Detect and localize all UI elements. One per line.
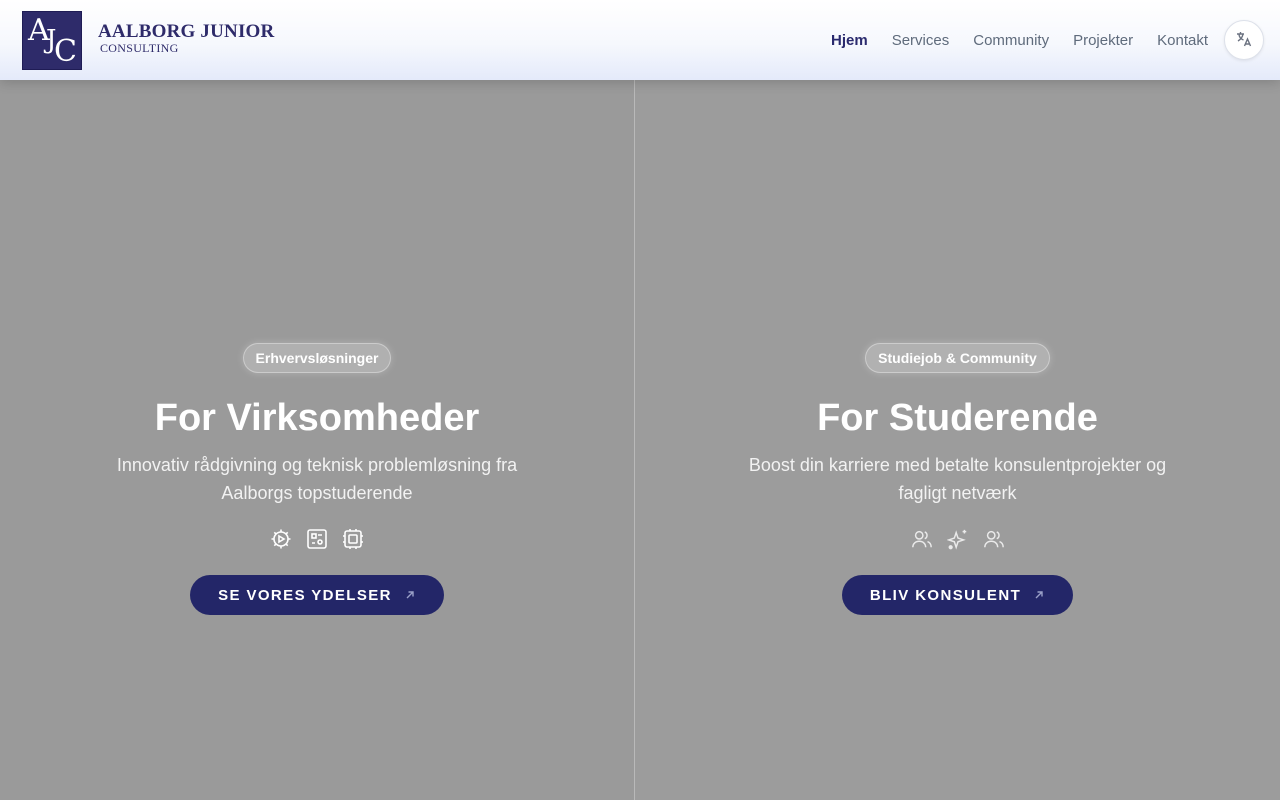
arrow-up-right-icon <box>404 589 416 601</box>
nav-item-community[interactable]: Community <box>973 32 1049 49</box>
become-consultant-label: BLIV KONSULENT <box>869 586 1022 604</box>
arrow-up-right-icon <box>1033 589 1045 601</box>
students-title: For Studerende <box>817 397 1098 439</box>
logo-line1: AALBORG JUNIOR <box>98 20 275 42</box>
business-panel-content: Erhvervsløsninger For Virksomheder Innov… <box>0 343 634 615</box>
logo-wordmark: AALBORG JUNIOR CONSULTING <box>98 20 275 55</box>
logo[interactable]: A J C AALBORG JUNIOR CONSULTING <box>22 10 274 70</box>
play-target-icon <box>270 527 292 551</box>
main-nav: Hjem Services Community Projekter Kontak… <box>807 0 1208 80</box>
logo-mark: A J C <box>22 10 82 70</box>
logo-line2: CONSULTING <box>100 40 179 55</box>
panel-divider <box>634 80 635 800</box>
see-services-button[interactable]: SE VORES YDELSER <box>190 575 444 615</box>
nav-item-services[interactable]: Services <box>892 32 950 49</box>
become-consultant-button[interactable]: BLIV KONSULENT <box>841 575 1074 615</box>
sparkles-icon <box>946 527 969 551</box>
nav-item-kontakt[interactable]: Kontakt <box>1157 32 1208 49</box>
diagram-box-icon <box>306 527 328 551</box>
students-panel: Studiejob & Community For Studerende Boo… <box>635 0 1280 800</box>
users-icon <box>911 527 933 551</box>
nav-item-hjem[interactable]: Hjem <box>831 32 868 49</box>
chip-icon <box>342 527 364 551</box>
business-panel: Erhvervsløsninger For Virksomheder Innov… <box>0 0 634 800</box>
business-title: For Virksomheder <box>154 397 480 439</box>
students-subtitle: Boost din karriere med betalte konsulent… <box>748 455 1167 503</box>
students-panel-content: Studiejob & Community For Studerende Boo… <box>635 343 1280 615</box>
users-icon <box>983 527 1005 551</box>
business-icons <box>270 527 364 551</box>
students-icons <box>911 527 1005 551</box>
business-badge: Erhvervsløsninger <box>242 343 392 373</box>
translate-icon <box>1235 30 1253 51</box>
language-toggle-button[interactable] <box>1224 20 1264 60</box>
business-subtitle: Innovativ rådgivning og teknisk probleml… <box>116 455 518 503</box>
students-badge: Studiejob & Community <box>865 343 1050 373</box>
logo-mark-c: C <box>54 33 77 69</box>
nav-item-projekter[interactable]: Projekter <box>1073 32 1133 49</box>
site-header: A J C AALBORG JUNIOR CONSULTING Hjem Ser… <box>0 0 1280 80</box>
see-services-label: SE VORES YDELSER <box>218 586 392 604</box>
